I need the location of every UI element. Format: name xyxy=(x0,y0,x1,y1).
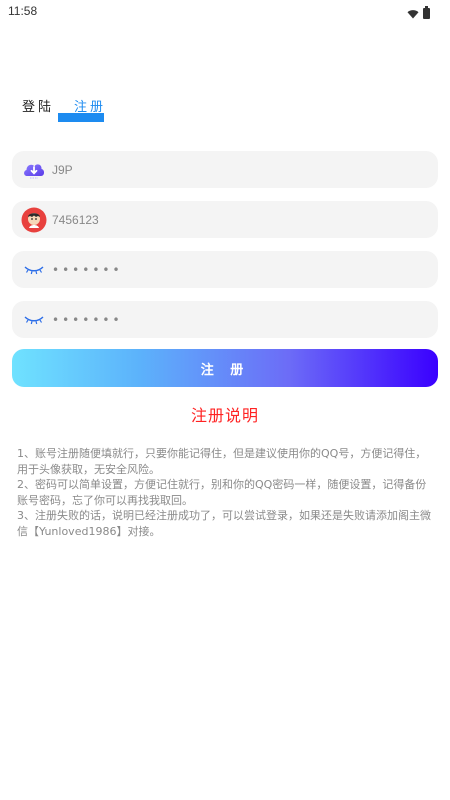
active-tab-indicator xyxy=(58,113,104,122)
eye-closed-icon xyxy=(21,257,47,283)
wifi-icon xyxy=(407,4,419,23)
qq-field[interactable]: 7456123 xyxy=(12,201,438,238)
instruction-item: 2、密码可以简单设置，方便记住就行，别和你的QQ密码一样，随便设置，记得备份账号… xyxy=(17,478,427,507)
status-time: 11:58 xyxy=(8,4,38,18)
instructions-list: 1、账号注册随便填就行，只要你能记得住，但是建议使用你的QQ号，方便记得住，用于… xyxy=(17,446,433,539)
username-value: J9P xyxy=(52,162,73,177)
confirm-password-field[interactable]: ••••••• xyxy=(12,301,438,338)
status-bar: 11:58 xyxy=(0,0,450,22)
register-button[interactable]: 注 册 xyxy=(12,349,438,387)
status-icons xyxy=(407,4,430,23)
eye-closed-icon xyxy=(21,307,47,333)
confirm-password-value: ••••••• xyxy=(52,312,123,327)
cloud-download-icon xyxy=(21,157,47,183)
qq-value: 7456123 xyxy=(52,212,99,227)
instructions-title: 注册说明 xyxy=(190,406,259,425)
password-value: ••••••• xyxy=(52,262,123,277)
username-field[interactable]: J9P xyxy=(12,151,438,188)
avatar-icon xyxy=(21,207,47,233)
instruction-item: 1、账号注册随便填就行，只要你能记得住，但是建议使用你的QQ号，方便记得住，用于… xyxy=(17,447,427,476)
tab-login[interactable]: 登陆 xyxy=(22,96,54,119)
battery-icon xyxy=(423,6,430,19)
instruction-item: 3、注册失败的话，说明已经注册成功了，可以尝试登录，如果还是失败请添加阁主微信【… xyxy=(17,509,431,538)
password-field[interactable]: ••••••• xyxy=(12,251,438,288)
